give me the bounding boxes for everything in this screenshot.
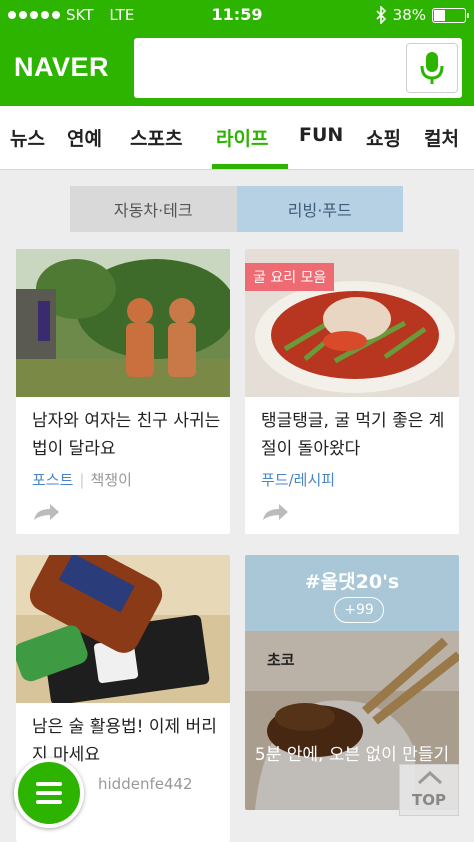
tab-entertainment[interactable]: 연예: [67, 124, 102, 151]
hamburger-icon: [36, 782, 62, 786]
article-image: [16, 555, 230, 703]
active-tab-indicator: [212, 164, 288, 169]
collection-badge[interactable]: 굴 요리 모음: [245, 263, 335, 291]
image-label: 초코: [267, 651, 295, 669]
tab-fun[interactable]: FUN: [299, 124, 343, 146]
article-card[interactable]: 굴 요리 모음 탱글탱글, 굴 먹기 좋은 계절이 돌아왔다 푸드/레시피: [245, 249, 459, 534]
article-category[interactable]: 포스트: [32, 471, 73, 489]
subtab-bar: 자동차·테크 리빙·푸드: [70, 186, 403, 232]
microphone-icon: [420, 52, 444, 84]
status-bar: SKT LTE 11:59 38%: [0, 0, 474, 30]
article-title[interactable]: 남자와 여자는 친구 사귀는 법이 달라요: [32, 407, 222, 463]
tab-culture[interactable]: 컬처: [424, 124, 459, 151]
search-input[interactable]: [134, 38, 462, 98]
tab-sports[interactable]: 스포츠: [130, 124, 182, 151]
article-title[interactable]: 탱글탱글, 굴 먹기 좋은 계절이 돌아왔다: [261, 407, 451, 463]
share-icon[interactable]: [261, 503, 289, 521]
article-author[interactable]: 책쟁이: [90, 471, 131, 489]
article-card[interactable]: 남자와 여자는 친구 사귀는 법이 달라요 포스트 | 책쟁이: [16, 249, 230, 534]
subtab-living-food[interactable]: 리빙·푸드: [236, 186, 403, 232]
naver-logo[interactable]: NAVER: [14, 52, 109, 83]
tag-title[interactable]: #올댓20's: [245, 567, 459, 594]
share-icon[interactable]: [32, 503, 60, 521]
article-category[interactable]: 푸드/레시피: [261, 469, 335, 490]
scroll-top-button[interactable]: TOP: [399, 764, 459, 816]
bluetooth-icon: [376, 6, 386, 24]
article-author[interactable]: hiddenfe442: [98, 775, 193, 793]
category-tabs: 뉴스 연예 스포츠 라이프 FUN 쇼핑 컬처: [0, 106, 474, 170]
tab-news[interactable]: 뉴스: [10, 124, 45, 151]
tab-life[interactable]: 라이프: [216, 124, 268, 151]
battery-percent: 38%: [392, 6, 426, 24]
voice-search-button[interactable]: [406, 43, 458, 93]
tab-shopping[interactable]: 쇼핑: [366, 124, 401, 151]
menu-button[interactable]: [14, 758, 84, 828]
battery-icon: [432, 7, 469, 23]
article-image: [16, 249, 230, 397]
article-meta: 포스트 | 책쟁이: [32, 471, 132, 489]
tag-count-badge[interactable]: +99: [334, 597, 384, 623]
header: NAVER: [0, 30, 474, 106]
chevron-up-icon: [417, 771, 443, 785]
subtab-auto-tech[interactable]: 자동차·테크: [70, 186, 237, 232]
scroll-top-label: TOP: [412, 791, 446, 809]
